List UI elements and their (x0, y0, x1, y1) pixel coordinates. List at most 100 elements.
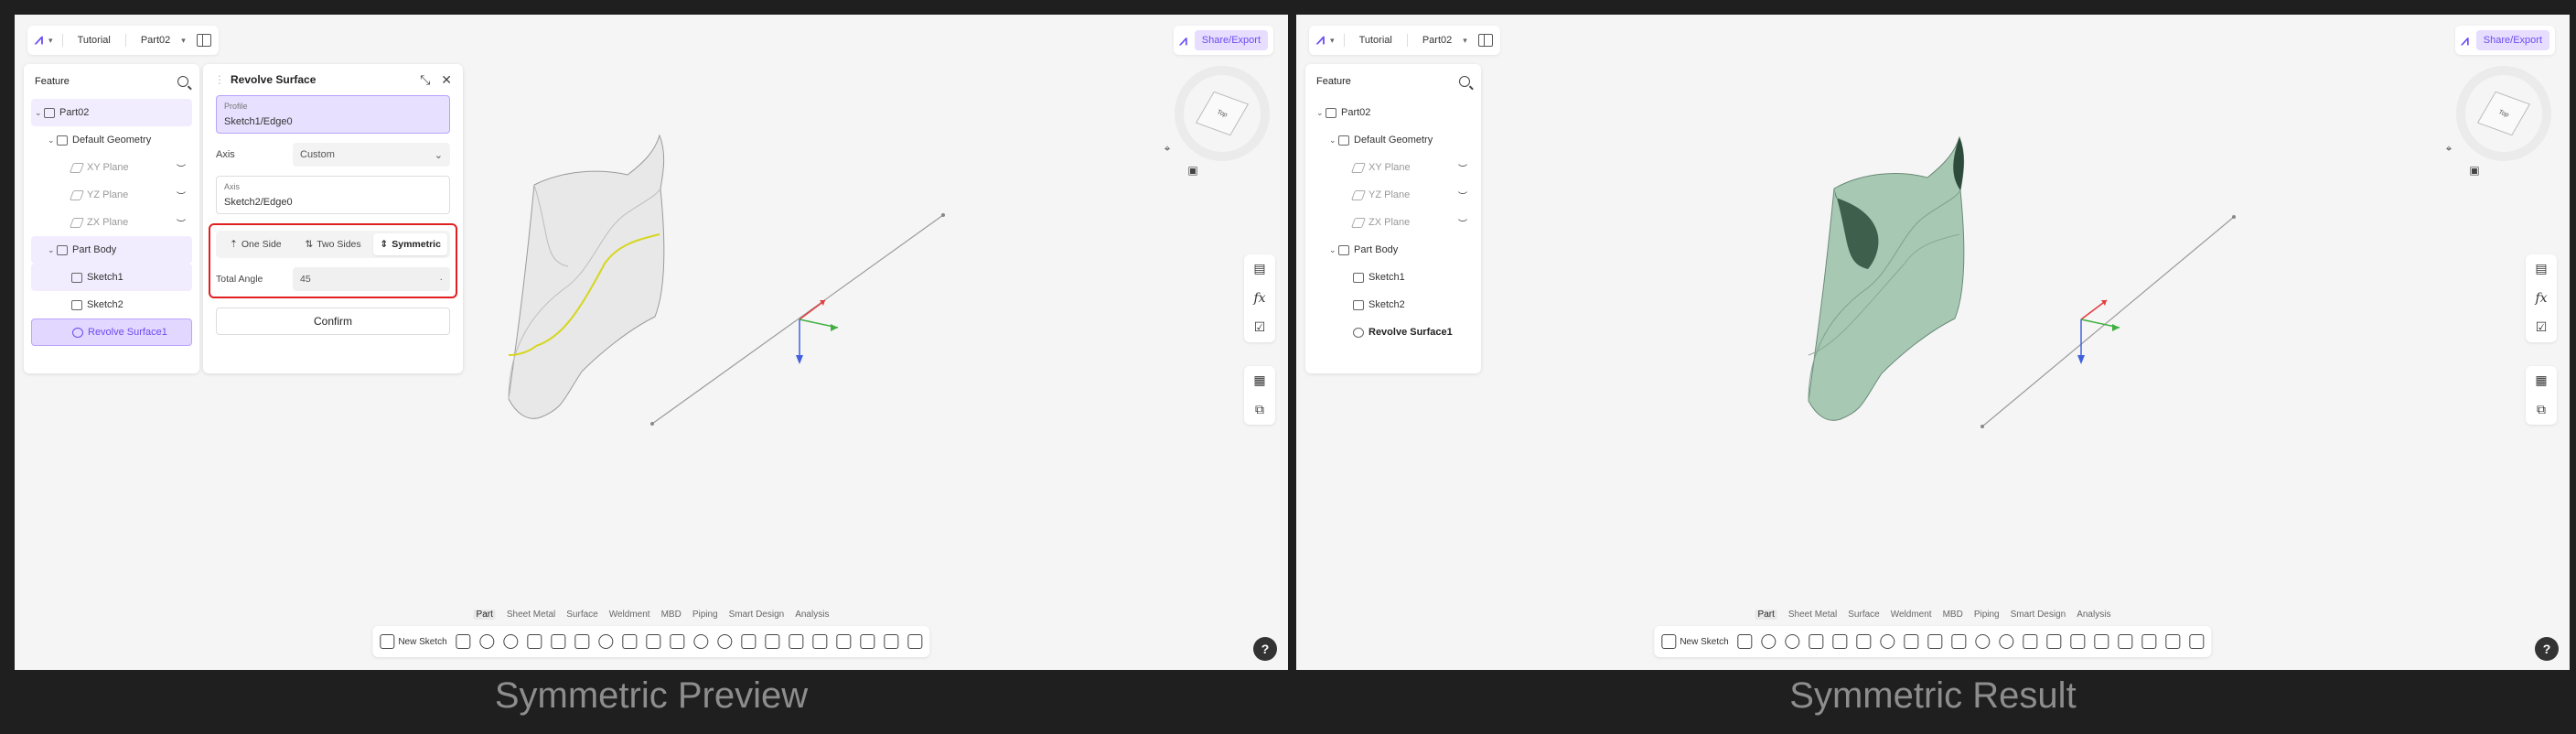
thread-icon[interactable] (1975, 634, 1991, 649)
document-icon[interactable]: ▤ (1244, 254, 1275, 284)
tree-item-sketch2[interactable]: Sketch2 (31, 291, 192, 318)
tab-sheet-metal[interactable]: Sheet Metal (507, 610, 555, 620)
fit-view-icon[interactable]: ⌖ (1158, 139, 1176, 157)
measure-icon[interactable] (2165, 634, 2181, 649)
tree-item-sketch2[interactable]: Sketch2 (1313, 291, 1474, 318)
panel-toggle-icon[interactable] (1477, 34, 1493, 47)
search-icon[interactable] (177, 76, 188, 87)
tab-mbd[interactable]: MBD (1943, 610, 1963, 620)
breadcrumb-tutorial[interactable]: Tutorial (72, 35, 116, 46)
tab-weldment[interactable]: Weldment (1891, 610, 1932, 620)
mode-symmetric-button[interactable]: ⇕ Symmetric (373, 233, 448, 255)
more-icon[interactable] (2189, 634, 2205, 649)
app-logo-icon[interactable]: ⩘ (1316, 32, 1325, 49)
box-icon[interactable] (812, 634, 828, 649)
tab-piping[interactable]: Piping (692, 610, 718, 620)
measure-icon[interactable] (884, 634, 899, 649)
ai-assistant-icon[interactable]: ⩘ (2461, 33, 2468, 49)
mirror-icon[interactable] (765, 634, 780, 649)
hole-icon[interactable] (1951, 634, 1967, 649)
tab-mbd[interactable]: MBD (661, 610, 682, 620)
share-export-button[interactable]: Share/Export (2475, 30, 2549, 50)
eye-closed-icon[interactable]: ︶ (1458, 161, 1467, 175)
tree-item-part[interactable]: ⌄ Part02 (31, 99, 192, 126)
tree-item-zx-plane[interactable]: ZX Plane ︶ (31, 209, 192, 236)
tab-analysis[interactable]: Analysis (795, 610, 829, 620)
shell-icon[interactable] (574, 634, 590, 649)
axis-field[interactable]: Axis Sketch2/Edge0 (216, 176, 450, 214)
chevron-down-icon[interactable]: ⌄ (1316, 108, 1326, 118)
tab-smart-design[interactable]: Smart Design (2011, 610, 2066, 620)
draft-icon[interactable] (1832, 634, 1848, 649)
mode-two-sides-button[interactable]: ⇅ Two Sides (296, 233, 370, 255)
breadcrumb-part[interactable]: Part02 (1417, 35, 1457, 46)
fillet-icon[interactable] (598, 634, 614, 649)
extrude-icon[interactable] (456, 634, 471, 649)
boolean-icon[interactable] (789, 634, 804, 649)
chamfer-icon[interactable] (1904, 634, 1919, 649)
tree-item-xy-plane[interactable]: XY Plane ︶ (1313, 154, 1474, 181)
shell-icon[interactable] (1856, 634, 1872, 649)
tab-surface[interactable]: Surface (566, 610, 597, 620)
search-icon[interactable] (1459, 76, 1470, 87)
revolve-icon[interactable] (1761, 634, 1776, 649)
eye-closed-icon[interactable]: ︶ (177, 161, 186, 175)
viewport-result[interactable] (1296, 15, 2570, 670)
tree-item-part[interactable]: ⌄ Part02 (1313, 99, 1474, 126)
chevron-down-icon[interactable]: ▾ (181, 36, 186, 46)
tab-piping[interactable]: Piping (1974, 610, 2000, 620)
tree-item-xy-plane[interactable]: XY Plane ︶ (31, 154, 192, 181)
breadcrumb-part[interactable]: Part02 (135, 35, 176, 46)
axis-select[interactable]: Custom ⌄ (293, 143, 450, 167)
tab-part[interactable]: Part (1755, 610, 1777, 620)
rib-icon[interactable] (1927, 634, 1943, 649)
move-icon[interactable] (717, 634, 733, 649)
section-icon[interactable] (2141, 634, 2157, 649)
new-sketch-button[interactable]: New Sketch (380, 634, 447, 649)
document-icon[interactable]: ▤ (2526, 254, 2557, 284)
sweep-icon[interactable] (503, 634, 519, 649)
app-logo-icon[interactable]: ⩘ (35, 32, 43, 49)
checklist-icon[interactable]: ☑ (2526, 313, 2557, 342)
loft-icon[interactable] (1809, 634, 1824, 649)
view-cube[interactable]: Top ⌖ ▣ (1165, 66, 1270, 177)
thread-icon[interactable] (693, 634, 709, 649)
tab-sheet-metal[interactable]: Sheet Metal (1788, 610, 1837, 620)
fillet-icon[interactable] (1880, 634, 1895, 649)
tab-analysis[interactable]: Analysis (2077, 610, 2110, 620)
help-button[interactable]: ? (1253, 637, 1277, 661)
mirror-icon[interactable] (2046, 634, 2062, 649)
chevron-down-icon[interactable]: ⌄ (1329, 245, 1338, 255)
tree-item-default-geometry[interactable]: ⌄ Default Geometry (31, 126, 192, 154)
unit-dropdown-icon[interactable]: · (440, 274, 444, 285)
boolean-icon[interactable] (2070, 634, 2086, 649)
tree-item-sketch1[interactable]: Sketch1 (1313, 264, 1474, 291)
tree-item-default-geometry[interactable]: ⌄ Default Geometry (1313, 126, 1474, 154)
more-icon[interactable] (907, 634, 923, 649)
tree-item-revolve-surface[interactable]: Revolve Surface1 (31, 318, 192, 346)
table-icon[interactable]: ▦ (1244, 366, 1275, 395)
tree-item-sketch1[interactable]: Sketch1 (31, 264, 192, 291)
hole-icon[interactable] (670, 634, 685, 649)
pattern-icon[interactable] (2023, 634, 2038, 649)
formula-icon[interactable]: fx (2526, 284, 2557, 313)
tree-item-yz-plane[interactable]: YZ Plane ︶ (31, 181, 192, 209)
chevron-down-icon[interactable]: ▾ (1463, 36, 1467, 46)
collapse-icon[interactable]: ⤡ (420, 72, 430, 88)
confirm-button[interactable]: Confirm (216, 308, 450, 335)
eye-closed-icon[interactable]: ︶ (177, 216, 186, 230)
tree-item-part-body[interactable]: ⌄ Part Body (31, 236, 192, 264)
view-cube[interactable]: Top ⌖ ▣ (2446, 66, 2551, 177)
breadcrumb-tutorial[interactable]: Tutorial (1354, 35, 1398, 46)
extrude-icon[interactable] (1737, 634, 1753, 649)
transform-icon[interactable]: ⧉ (1244, 395, 1275, 425)
sweep-icon[interactable] (1785, 634, 1800, 649)
eye-closed-icon[interactable]: ︶ (177, 189, 186, 202)
tab-weldment[interactable]: Weldment (609, 610, 650, 620)
tree-item-yz-plane[interactable]: YZ Plane ︶ (1313, 181, 1474, 209)
split-icon[interactable] (2118, 634, 2133, 649)
draft-icon[interactable] (551, 634, 566, 649)
mode-one-side-button[interactable]: ⇡ One Side (219, 233, 293, 255)
chevron-down-icon[interactable]: ⌄ (35, 108, 44, 118)
chevron-down-icon[interactable]: ⌄ (1329, 135, 1338, 146)
